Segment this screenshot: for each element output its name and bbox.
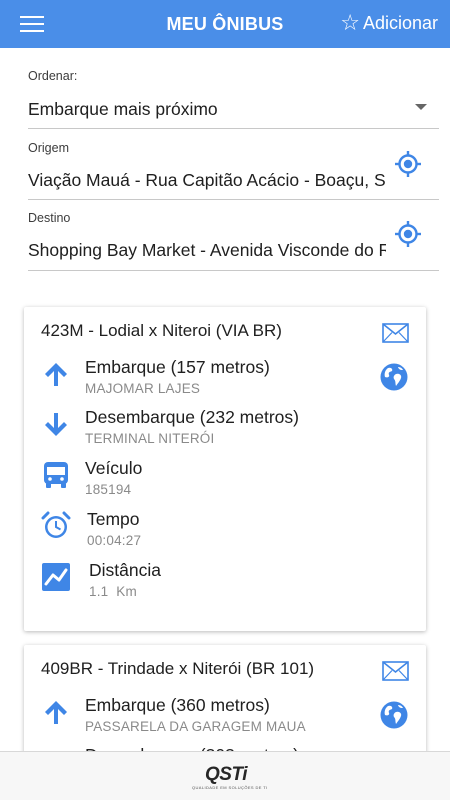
- bus-icon: [44, 462, 68, 488]
- boarding-stop: PASSARELA DA GARAGEM MAUA: [85, 719, 306, 734]
- destination-input[interactable]: Shopping Bay Market - Avenida Visconde d…: [28, 240, 386, 261]
- globe-icon[interactable]: [379, 700, 409, 730]
- mail-icon[interactable]: [382, 323, 409, 343]
- route-card[interactable]: 423M - Lodial x Niteroi (VIA BR) Embarqu…: [24, 307, 426, 631]
- origin-label: Origem: [28, 141, 69, 155]
- alighting-stop: TERMINAL NITERÓI: [85, 431, 215, 446]
- time-title: Tempo: [87, 509, 140, 529]
- destination-field[interactable]: Destino Shopping Bay Market - Avenida Vi…: [28, 205, 439, 271]
- arrow-up-icon: [45, 363, 67, 386]
- vehicle-title: Veículo: [85, 458, 143, 478]
- order-value[interactable]: Embarque mais próximo: [28, 99, 218, 120]
- route-title: 423M - Lodial x Niteroi (VIA BR): [41, 321, 282, 340]
- add-button[interactable]: ☆ Adicionar: [340, 12, 438, 34]
- alarm-clock-icon: [41, 511, 71, 538]
- brand-tagline: QUALIDADE EM SOLUÇÕES DE TI: [192, 785, 268, 790]
- origin-input[interactable]: Viação Mauá - Rua Capitão Acácio - Boaçu…: [28, 170, 386, 191]
- alighting-title: Desembarque (232 metros): [85, 407, 299, 427]
- gps-locate-icon[interactable]: [394, 150, 422, 178]
- gps-locate-icon[interactable]: [394, 220, 422, 248]
- destination-label: Destino: [28, 211, 71, 225]
- mail-icon[interactable]: [382, 661, 409, 681]
- trend-chart-icon: [42, 563, 70, 591]
- footer-bar: QSTi QUALIDADE EM SOLUÇÕES DE TI: [0, 751, 450, 800]
- distance-title: Distância: [89, 560, 161, 580]
- boarding-stop: MAJOMAR LAJES: [85, 381, 201, 396]
- add-button-label: Adicionar: [362, 12, 438, 33]
- globe-icon[interactable]: [379, 362, 409, 392]
- brand-name: QSTi: [205, 764, 248, 785]
- origin-field[interactable]: Origem Viação Mauá - Rua Capitão Acácio …: [28, 135, 439, 200]
- dropdown-arrow-icon[interactable]: [415, 104, 427, 110]
- vehicle-value: 185194: [85, 482, 132, 497]
- brand-logo: QSTi QUALIDADE EM SOLUÇÕES DE TI: [192, 764, 267, 794]
- arrow-up-icon: [45, 701, 67, 724]
- boarding-title: Embarque (360 metros): [85, 695, 270, 715]
- route-title: 409BR - Trindade x Niterói (BR 101): [41, 659, 315, 678]
- time-value: 00:04:27: [87, 533, 142, 548]
- star-outline-icon: ☆: [340, 10, 360, 35]
- order-label: Ordenar:: [28, 69, 78, 83]
- search-form: Ordenar: Embarque mais próximo Origem Vi…: [28, 66, 439, 271]
- distance-value: 1.1 Km: [89, 584, 137, 599]
- boarding-title: Embarque (157 metros): [85, 357, 270, 377]
- app-bar: MEU ÔNIBUS ☆ Adicionar: [0, 0, 450, 48]
- arrow-down-icon: [45, 413, 67, 436]
- order-select[interactable]: Ordenar: Embarque mais próximo: [28, 66, 439, 129]
